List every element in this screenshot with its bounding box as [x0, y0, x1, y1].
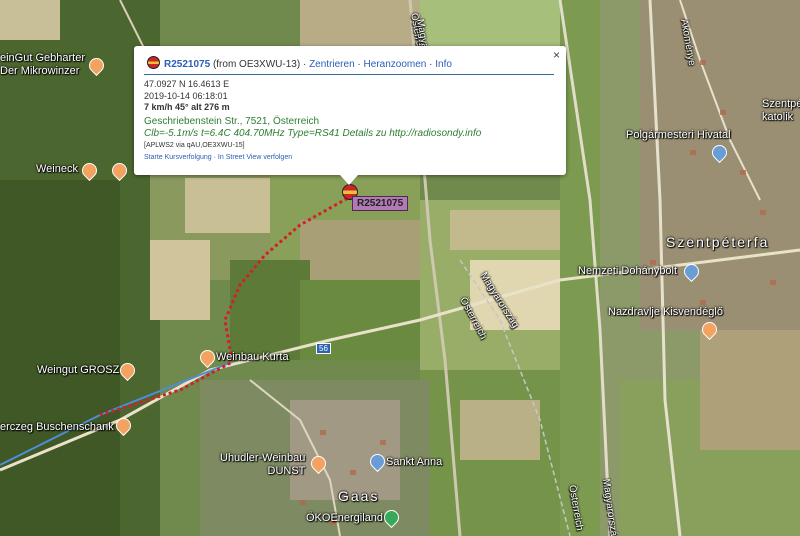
- path-text: [APLWS2 via qAU,OE3XWU-15]: [144, 142, 245, 149]
- timestamp-text: 2019-10-14 06:18:01: [144, 91, 228, 101]
- place-label-weingut-gebharter: einGut Gebharter Der Mikrowinzer: [0, 52, 85, 77]
- place-label-gaas: Gaas: [338, 488, 380, 504]
- balloon-icon: [147, 56, 160, 69]
- divider: [144, 74, 554, 75]
- callsign-link[interactable]: R2521075: [164, 59, 210, 70]
- place-label-szentpeter-kat: Szentpé katolik: [762, 98, 800, 123]
- coords-text: 47.0927 N 16.4613 E: [144, 79, 230, 89]
- actions-links[interactable]: Starte Kursverfolgung · In Street View v…: [144, 154, 554, 161]
- place-label-polgarmesteri: Polgármesteri Hivatal: [626, 129, 731, 141]
- info-link[interactable]: Info: [435, 59, 452, 70]
- place-label-buschenschank: erczeg Buschenschank: [0, 421, 114, 433]
- place-label-weinbau-kurta: Weinbau Kurta: [216, 351, 289, 363]
- place-label-nemzeti: Nemzeti Dohánybolt: [578, 265, 678, 277]
- speed-text: 7 km/h 45° alt 276 m: [144, 102, 230, 112]
- popup-title: R2521075 (from OE3XWU-13) · Zentrieren ·…: [147, 56, 452, 70]
- route-shield: 56: [316, 343, 331, 354]
- source-text: (from OE3XWU-13): [212, 59, 301, 70]
- place-label-weingut-grosz: Weingut GROSZ: [37, 364, 120, 376]
- place-label-oko: ÖKOEnergiland: [306, 512, 384, 524]
- marker-label[interactable]: R2521075: [352, 196, 409, 211]
- place-label-nazdravlje: Nazdravlje Kisvendéglő: [608, 306, 723, 318]
- close-icon[interactable]: ×: [553, 48, 560, 62]
- place-label-uhudler: Uhudler-Weinbau DUNST: [220, 452, 306, 477]
- place-label-szentpeterfa: Szentpéterfa: [666, 234, 770, 250]
- address-text: Geschriebenstein Str., 7521, Österreich: [144, 116, 320, 127]
- comment-text: Clb=-5.1m/s t=6.4C 404.70MHz Type=RS41 D…: [144, 128, 482, 139]
- center-link[interactable]: Zentrieren: [309, 59, 355, 70]
- satellite-map[interactable]: einGut Gebharter Der Mikrowinzer Weineck…: [0, 0, 800, 536]
- place-label-weineck: Weineck: [36, 163, 78, 175]
- info-popup: × R2521075 (from OE3XWU-13) · Zentrieren…: [134, 46, 566, 185]
- zoom-link[interactable]: Heranzoomen: [364, 59, 427, 70]
- place-label-sankt-anna: Sankt Anna: [386, 456, 443, 468]
